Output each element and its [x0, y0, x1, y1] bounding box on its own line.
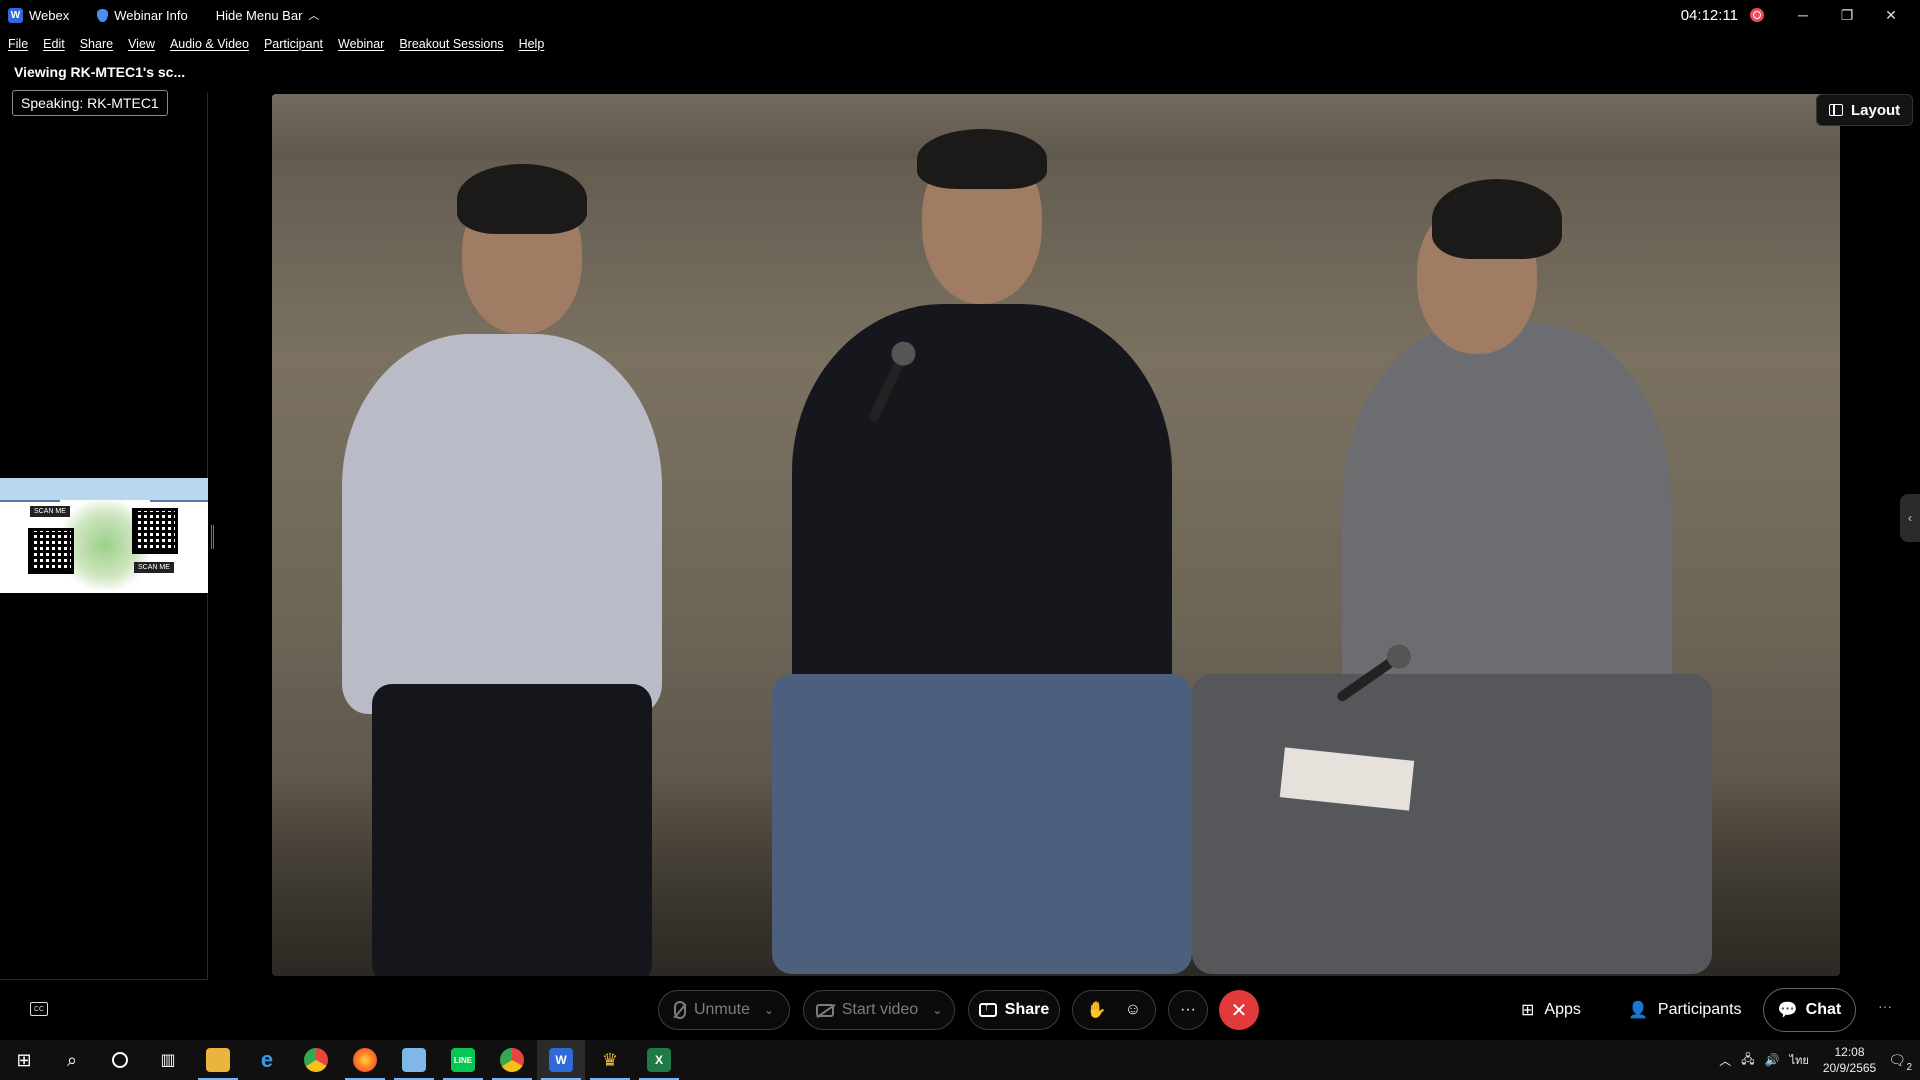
language-indicator[interactable]: ไทย	[1790, 1051, 1809, 1069]
chat-button[interactable]: 💬 Chat	[1763, 988, 1856, 1032]
app-name: Webex	[29, 7, 70, 23]
webinar-info-button[interactable]: Webinar Info	[97, 7, 188, 23]
moderator-right	[1172, 154, 1752, 974]
chevron-up-icon[interactable]: ︿	[1719, 1052, 1731, 1069]
chevron-down-icon[interactable]: ⌄	[764, 1003, 774, 1017]
taskbar-date: 20/9/2565	[1822, 1061, 1877, 1075]
speaking-indicator: Speaking: RK-MTEC1	[12, 90, 168, 116]
webex-taskbar-icon[interactable]: W	[537, 1040, 585, 1080]
unmute-button[interactable]: Unmute ⌄	[658, 990, 790, 1030]
apps-icon: ⊞	[1521, 1002, 1535, 1019]
start-video-button[interactable]: Start video ⌄	[803, 990, 955, 1030]
layout-icon	[1829, 104, 1843, 116]
hide-menu-bar-button[interactable]: Hide Menu Bar ︿	[216, 7, 320, 23]
volume-icon[interactable]: 🔊	[1765, 1053, 1780, 1067]
file-explorer-icon[interactable]	[194, 1040, 242, 1080]
minimize-icon[interactable]: ─	[1788, 7, 1818, 23]
layout-label: Layout	[1851, 101, 1901, 119]
line-app-icon[interactable]: LINE	[439, 1040, 487, 1080]
network-icon[interactable]: 🖧	[1741, 1050, 1754, 1071]
reactions-icon[interactable]: ☺	[1125, 1001, 1141, 1019]
start-video-label: Start video	[841, 1001, 919, 1018]
speaker-middle	[772, 114, 1192, 974]
taskbar-clock[interactable]: 12:08 20/9/2565	[1823, 1044, 1876, 1076]
close-x-icon: ✕	[1230, 999, 1248, 1022]
close-icon[interactable]: ✕	[1876, 7, 1906, 24]
search-icon[interactable]: ⌕	[48, 1040, 96, 1080]
participants-icon: 👤	[1628, 1002, 1648, 1019]
firefox-icon[interactable]	[341, 1040, 389, 1080]
system-tray: ︿ 🖧 🔊 ไทย 12:08 20/9/2565 🗨 2	[1719, 1040, 1920, 1080]
panel-resize-handle[interactable]	[211, 525, 214, 549]
leave-meeting-button[interactable]: ✕	[1219, 990, 1259, 1030]
share-label: Share	[1004, 1001, 1050, 1018]
menu-share[interactable]: Share	[80, 37, 113, 51]
speaker-left	[322, 124, 702, 976]
layout-button[interactable]: Layout	[1816, 94, 1914, 126]
scan-tag-left: SCAN ME	[30, 506, 70, 517]
windows-start-icon[interactable]: ⊞	[0, 1040, 48, 1080]
excel-icon[interactable]: X	[635, 1040, 683, 1080]
task-view-icon[interactable]: ▥	[144, 1040, 192, 1080]
chevron-down-icon[interactable]: ⌄	[932, 1003, 942, 1017]
webex-logo-icon: W	[8, 7, 23, 23]
cortana-icon[interactable]	[96, 1040, 144, 1080]
meeting-clock: 04:12:11	[1680, 6, 1738, 24]
qr-code-right	[132, 508, 178, 554]
game-app-icon[interactable]: ♛	[586, 1040, 634, 1080]
apps-button[interactable]: ⊞ Apps	[1521, 990, 1581, 1030]
internet-explorer-icon[interactable]: e	[243, 1040, 291, 1080]
menu-bar: File Edit Share View Audio & Video Parti…	[0, 34, 551, 54]
apps-label: Apps	[1544, 1001, 1581, 1018]
unmute-label: Unmute	[693, 1001, 750, 1018]
title-bar: W Webex Webinar Info Hide Menu Bar ︿ 04:…	[0, 0, 1920, 30]
menu-breakout-sessions[interactable]: Breakout Sessions	[399, 37, 503, 51]
webinar-info-label: Webinar Info	[114, 7, 188, 23]
thumbnail-header-band	[0, 478, 208, 502]
scan-tag-right: SCAN ME	[134, 562, 174, 573]
muted-mic-icon	[673, 1001, 686, 1019]
more-panels-icon[interactable]: ···	[1878, 998, 1892, 1014]
viewing-label: Viewing RK-MTEC1's sc...	[14, 64, 186, 80]
participants-label: Participants	[1657, 1001, 1742, 1018]
participants-button[interactable]: 👤 Participants	[1628, 990, 1742, 1030]
chat-bubble-icon: 💬	[1777, 1002, 1798, 1019]
reactions-group: ✋ ☺	[1072, 990, 1156, 1030]
chat-label: Chat	[1805, 1001, 1842, 1018]
chrome-icon[interactable]	[292, 1040, 340, 1080]
more-options-button[interactable]: ···	[1168, 990, 1208, 1030]
video-off-icon	[815, 1003, 834, 1017]
raise-hand-icon[interactable]: ✋	[1087, 1000, 1107, 1020]
chevron-up-icon: ︿	[308, 10, 320, 22]
notifications-icon[interactable]: 🗨 2	[1888, 1052, 1912, 1073]
shared-screen-thumbnail[interactable]: SCAN ME SCAN ME	[0, 478, 208, 593]
collapse-panel-handle[interactable]: ‹	[1900, 494, 1920, 542]
menu-edit[interactable]: Edit	[43, 37, 65, 51]
shield-icon	[97, 8, 109, 22]
menu-webinar[interactable]: Webinar	[338, 37, 384, 51]
main-video-stage[interactable]	[272, 94, 1840, 976]
restore-icon[interactable]: ❐	[1832, 7, 1862, 24]
more-icon: ···	[1180, 1001, 1196, 1018]
closed-captions-icon[interactable]: CC	[30, 1002, 48, 1016]
taskbar-time: 12:08	[1834, 1045, 1865, 1059]
recording-icon[interactable]	[1750, 8, 1764, 22]
share-button[interactable]: Share	[968, 990, 1060, 1030]
menu-view[interactable]: View	[128, 37, 155, 51]
hide-menu-label: Hide Menu Bar	[215, 7, 303, 23]
share-screen-icon	[978, 1001, 997, 1017]
webex-app-menu[interactable]: W Webex	[0, 7, 70, 23]
menu-help[interactable]: Help	[519, 37, 545, 51]
menu-participant[interactable]: Participant	[264, 37, 323, 51]
notification-count: 2	[1906, 1061, 1912, 1073]
chevron-left-icon: ‹	[1908, 511, 1912, 525]
notes-app-icon[interactable]	[390, 1040, 438, 1080]
menu-audio-video[interactable]: Audio & Video	[170, 37, 249, 51]
qr-code-left	[28, 528, 74, 574]
menu-file[interactable]: File	[8, 37, 28, 51]
chrome-profile-icon[interactable]	[488, 1040, 536, 1080]
